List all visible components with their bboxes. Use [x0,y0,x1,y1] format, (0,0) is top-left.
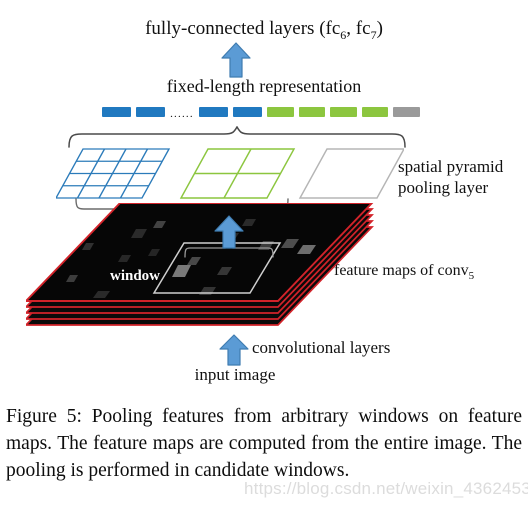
fc-label-end: ) [376,18,383,39]
vector-segment [198,107,228,117]
window-label: window [110,268,161,284]
convolutional-layers-label: convolutional layers [252,338,391,357]
figure-caption: Figure 5: Pooling features from arbitrar… [6,406,522,481]
input-image-label: input image [194,365,276,384]
pyramid-level-4x4 [56,148,171,199]
feature-maps-label-main: feature maps of conv [334,262,469,279]
fc-label-mid: , fc [346,18,371,39]
arrow-to-pooling [214,215,244,249]
vector-ellipsis: ...... [170,108,194,120]
conv5-subscript: 5 [468,270,475,283]
watermark: https://blog.csdn.net/weixin_43624538 [244,479,528,498]
fixed-length-representation-label: fixed-length representation [166,76,362,96]
feature-maps-label: feature maps of conv5 [334,262,474,282]
vector-segment [393,107,421,117]
vector-segment [232,107,262,117]
vector-segment [102,107,132,117]
pyramid-level-1x1 [298,148,404,199]
figure-container: fully-connected layers (fc6, fc7) fixed-… [0,0,528,510]
fixed-length-feature-vector: ...... [102,107,421,120]
vector-segment [266,107,294,117]
vector-segment [330,107,357,117]
vector-segment [136,107,166,117]
fully-connected-layers-label: fully-connected layers (fc6, fc7) [0,18,528,43]
arrow-to-conv-layers [219,334,249,366]
pyramid-level-2x2 [179,148,296,199]
arrow-to-fc-layers [221,42,251,78]
vector-segment [298,107,326,117]
spatial-pyramid-pooling-layer-label: spatial pyramid pooling layer [398,157,504,197]
vector-segment [361,107,389,117]
fc-label-main: fully-connected layers (fc [145,18,341,39]
